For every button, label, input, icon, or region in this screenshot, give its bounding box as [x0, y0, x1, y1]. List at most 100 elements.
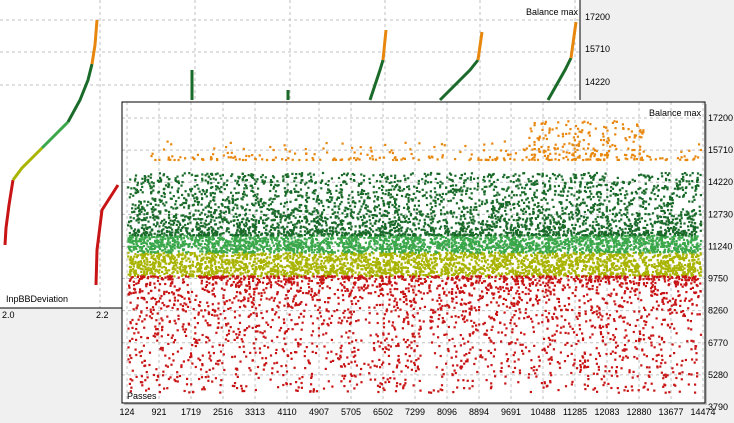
data-point — [329, 257, 331, 259]
data-point — [439, 255, 441, 257]
data-point — [545, 248, 547, 250]
data-point — [177, 242, 179, 244]
data-point — [582, 240, 584, 242]
data-point — [348, 237, 350, 239]
data-point — [445, 237, 447, 239]
data-point — [500, 239, 502, 241]
data-point — [186, 235, 188, 237]
data-point — [421, 253, 423, 255]
data-point — [514, 249, 516, 251]
data-point — [215, 248, 217, 250]
data-point — [548, 243, 550, 245]
data-point — [441, 270, 443, 272]
data-point — [238, 264, 240, 266]
data-point — [249, 247, 251, 249]
data-point — [632, 249, 634, 251]
data-point — [393, 268, 395, 270]
data-point — [700, 271, 702, 273]
data-point — [436, 271, 438, 273]
data-point — [463, 246, 465, 248]
data-point — [439, 258, 441, 260]
data-point — [672, 270, 674, 272]
data-point — [657, 246, 659, 248]
data-point — [239, 242, 241, 244]
data-point — [442, 206, 444, 208]
data-point — [248, 242, 250, 244]
data-point — [294, 237, 296, 239]
data-point — [379, 248, 381, 250]
data-point — [456, 216, 458, 218]
data-point — [202, 240, 204, 242]
data-point — [624, 249, 626, 251]
data-point — [223, 255, 225, 257]
data-point — [430, 254, 432, 256]
data-point — [345, 240, 347, 242]
data-point — [239, 254, 241, 256]
data-point — [243, 244, 245, 246]
data-point — [601, 272, 603, 274]
data-point — [553, 269, 555, 271]
data-point — [582, 268, 584, 270]
data-point — [511, 251, 513, 253]
data-point — [688, 271, 690, 273]
data-point — [553, 266, 555, 268]
data-point — [384, 238, 386, 240]
data-point — [605, 248, 607, 250]
data-point — [638, 243, 640, 245]
data-point — [276, 254, 278, 256]
data-point — [159, 275, 161, 277]
data-point — [280, 249, 282, 251]
data-point — [199, 250, 201, 252]
data-point — [362, 250, 364, 252]
data-point — [432, 243, 434, 245]
data-point — [296, 255, 298, 257]
data-point — [348, 270, 350, 272]
data-point — [479, 252, 481, 254]
data-point — [347, 198, 349, 200]
data-point — [239, 272, 241, 274]
data-point — [225, 248, 227, 250]
data-point — [510, 271, 512, 273]
data-point — [307, 248, 309, 250]
data-point — [333, 267, 335, 269]
data-point — [185, 251, 187, 253]
data-point — [697, 258, 699, 260]
data-point — [493, 258, 495, 260]
data-point — [162, 260, 164, 262]
data-point — [696, 248, 698, 250]
data-point — [521, 266, 523, 268]
data-point — [418, 252, 420, 254]
data-point — [431, 261, 433, 263]
data-point — [393, 241, 395, 243]
data-point — [389, 269, 391, 271]
data-point — [201, 248, 203, 250]
data-point — [352, 258, 354, 260]
data-point — [606, 250, 608, 252]
data-point — [248, 270, 250, 272]
data-point — [385, 256, 387, 258]
data-point — [491, 255, 493, 257]
data-point — [625, 257, 627, 259]
data-point — [507, 237, 509, 239]
data-point — [481, 260, 483, 262]
data-point — [539, 237, 541, 239]
data-point — [602, 263, 604, 265]
data-point — [570, 260, 572, 262]
data-point — [383, 241, 385, 243]
data-point — [584, 244, 586, 246]
data-point — [373, 243, 375, 245]
data-point — [228, 263, 230, 265]
data-point — [319, 243, 321, 245]
data-point — [655, 270, 657, 272]
data-point — [316, 245, 318, 247]
data-point — [143, 271, 145, 273]
data-point — [668, 254, 670, 256]
data-point — [659, 251, 661, 253]
data-point — [517, 260, 519, 262]
data-point — [146, 243, 148, 245]
data-point — [458, 242, 460, 244]
data-point — [284, 245, 286, 247]
data-point — [630, 248, 632, 250]
data-point — [424, 268, 426, 270]
data-point — [532, 244, 534, 246]
